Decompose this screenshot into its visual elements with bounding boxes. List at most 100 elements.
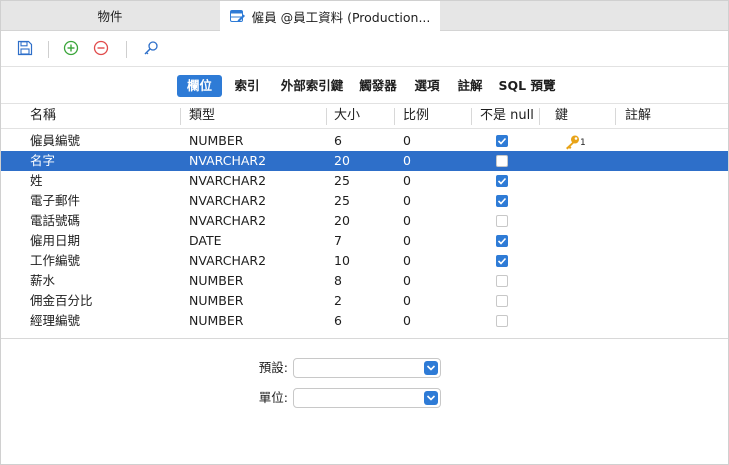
field-name[interactable]: 僱員編號 (30, 131, 80, 151)
field-name[interactable]: 電話號碼 (30, 211, 80, 231)
remove-field-button[interactable] (92, 40, 110, 58)
search-key-button[interactable] (142, 40, 160, 58)
table-row[interactable]: 工作編號 NVARCHAR2 10 0 (0, 251, 729, 271)
search-key-icon (143, 40, 159, 59)
field-name[interactable]: 工作編號 (30, 251, 80, 271)
field-size[interactable]: 7 (334, 231, 342, 251)
field-name[interactable]: 僱用日期 (30, 231, 80, 251)
field-type[interactable]: NVARCHAR2 (189, 211, 266, 231)
field-size[interactable]: 20 (334, 151, 350, 171)
column-divider[interactable] (394, 108, 395, 125)
unit-label: 單位: (258, 390, 288, 405)
field-type[interactable]: DATE (189, 231, 222, 251)
not-null-checkbox[interactable] (496, 235, 508, 247)
tab-fields[interactable]: 欄位 (177, 75, 222, 97)
tab-comment[interactable]: 註解 (452, 75, 488, 97)
table-row[interactable]: 僱員編號 NUMBER 6 0 1 (0, 131, 729, 151)
field-size[interactable]: 10 (334, 251, 350, 271)
field-scale[interactable]: 0 (403, 311, 411, 331)
field-name[interactable]: 姓 (30, 171, 43, 191)
column-header-scale[interactable]: 比例 (403, 104, 429, 128)
column-divider[interactable] (539, 108, 540, 125)
save-icon (17, 40, 33, 59)
not-null-checkbox[interactable] (496, 195, 508, 207)
field-scale[interactable]: 0 (403, 171, 411, 191)
chevron-down-icon[interactable] (424, 391, 438, 405)
field-name[interactable]: 佣金百分比 (30, 291, 93, 311)
tab-indexes[interactable]: 索引 (229, 75, 265, 97)
column-header-key[interactable]: 鍵 (555, 104, 568, 128)
field-size[interactable]: 20 (334, 211, 350, 231)
tab-strip: 物件 僱員 @員工資料 (Production... (0, 0, 729, 32)
column-divider[interactable] (326, 108, 327, 125)
field-name[interactable]: 名字 (30, 151, 55, 171)
field-type[interactable]: NUMBER (189, 271, 243, 291)
table-row[interactable]: 電話號碼 NVARCHAR2 20 0 (0, 211, 729, 231)
field-scale[interactable]: 0 (403, 231, 411, 251)
add-field-button[interactable] (62, 40, 80, 58)
field-type[interactable]: NUMBER (189, 131, 243, 151)
field-type[interactable]: NVARCHAR2 (189, 251, 266, 271)
field-size[interactable]: 6 (334, 311, 342, 331)
field-scale[interactable]: 0 (403, 271, 411, 291)
tab-objects[interactable]: 物件 (0, 0, 220, 31)
tab-table-design[interactable]: 僱員 @員工資料 (Production... (220, 0, 440, 32)
table-row[interactable]: 姓 NVARCHAR2 25 0 (0, 171, 729, 191)
field-name[interactable]: 電子郵件 (30, 191, 80, 211)
column-divider[interactable] (471, 108, 472, 125)
field-scale[interactable]: 0 (403, 191, 411, 211)
field-name[interactable]: 薪水 (30, 271, 55, 291)
field-size[interactable]: 25 (334, 171, 350, 191)
field-type[interactable]: NVARCHAR2 (189, 151, 266, 171)
field-size[interactable]: 25 (334, 191, 350, 211)
table-row-selected[interactable]: 名字 NVARCHAR2 20 0 (0, 151, 729, 171)
table-row[interactable]: 薪水 NUMBER 8 0 (0, 271, 729, 291)
field-size[interactable]: 8 (334, 271, 342, 291)
not-null-checkbox[interactable] (496, 275, 508, 287)
column-header-comment[interactable]: 註解 (625, 104, 651, 128)
tab-foreign-keys[interactable]: 外部索引鍵 (273, 75, 351, 97)
chevron-down-icon[interactable] (424, 361, 438, 375)
table-row[interactable]: 佣金百分比 NUMBER 2 0 (0, 291, 729, 311)
field-type[interactable]: NVARCHAR2 (189, 191, 266, 211)
field-type[interactable]: NUMBER (189, 291, 243, 311)
table-design-icon (229, 9, 246, 23)
tab-sql-preview[interactable]: SQL 預覽 (496, 75, 558, 97)
panel-divider[interactable] (0, 338, 729, 339)
not-null-checkbox[interactable] (496, 315, 508, 327)
key-order: 1 (580, 138, 586, 148)
not-null-checkbox[interactable] (496, 215, 508, 227)
tab-options[interactable]: 選項 (409, 75, 445, 97)
column-divider[interactable] (615, 108, 616, 125)
table-row[interactable]: 經理編號 NUMBER 6 0 (0, 311, 729, 331)
field-size[interactable]: 6 (334, 131, 342, 151)
unit-select[interactable] (293, 388, 441, 408)
column-header-not-null[interactable]: 不是 null (480, 104, 534, 128)
field-scale[interactable]: 0 (403, 291, 411, 311)
not-null-checkbox[interactable] (496, 155, 508, 167)
column-header-type[interactable]: 類型 (189, 104, 215, 128)
field-type[interactable]: NUMBER (189, 311, 243, 331)
table-row[interactable]: 僱用日期 DATE 7 0 (0, 231, 729, 251)
save-button[interactable] (16, 40, 34, 58)
column-header-name[interactable]: 名稱 (30, 104, 56, 128)
field-scale[interactable]: 0 (403, 131, 411, 151)
default-label: 預設: (258, 360, 288, 375)
default-select[interactable] (293, 358, 441, 378)
field-name[interactable]: 經理編號 (30, 311, 80, 331)
not-null-checkbox[interactable] (496, 175, 508, 187)
table-row[interactable]: 電子郵件 NVARCHAR2 25 0 (0, 191, 729, 211)
tab-table-design-label: 僱員 @員工資料 (Production... (251, 9, 431, 25)
not-null-checkbox[interactable] (496, 295, 508, 307)
tab-triggers[interactable]: 觸發器 (355, 75, 401, 97)
not-null-checkbox[interactable] (496, 255, 508, 267)
field-scale[interactable]: 0 (403, 211, 411, 231)
field-type[interactable]: NVARCHAR2 (189, 171, 266, 191)
column-divider[interactable] (180, 108, 181, 125)
field-size[interactable]: 2 (334, 291, 342, 311)
not-null-checkbox[interactable] (496, 135, 508, 147)
toolbar (0, 32, 729, 67)
field-scale[interactable]: 0 (403, 251, 411, 271)
column-header-size[interactable]: 大小 (334, 104, 360, 128)
field-scale[interactable]: 0 (403, 151, 411, 171)
